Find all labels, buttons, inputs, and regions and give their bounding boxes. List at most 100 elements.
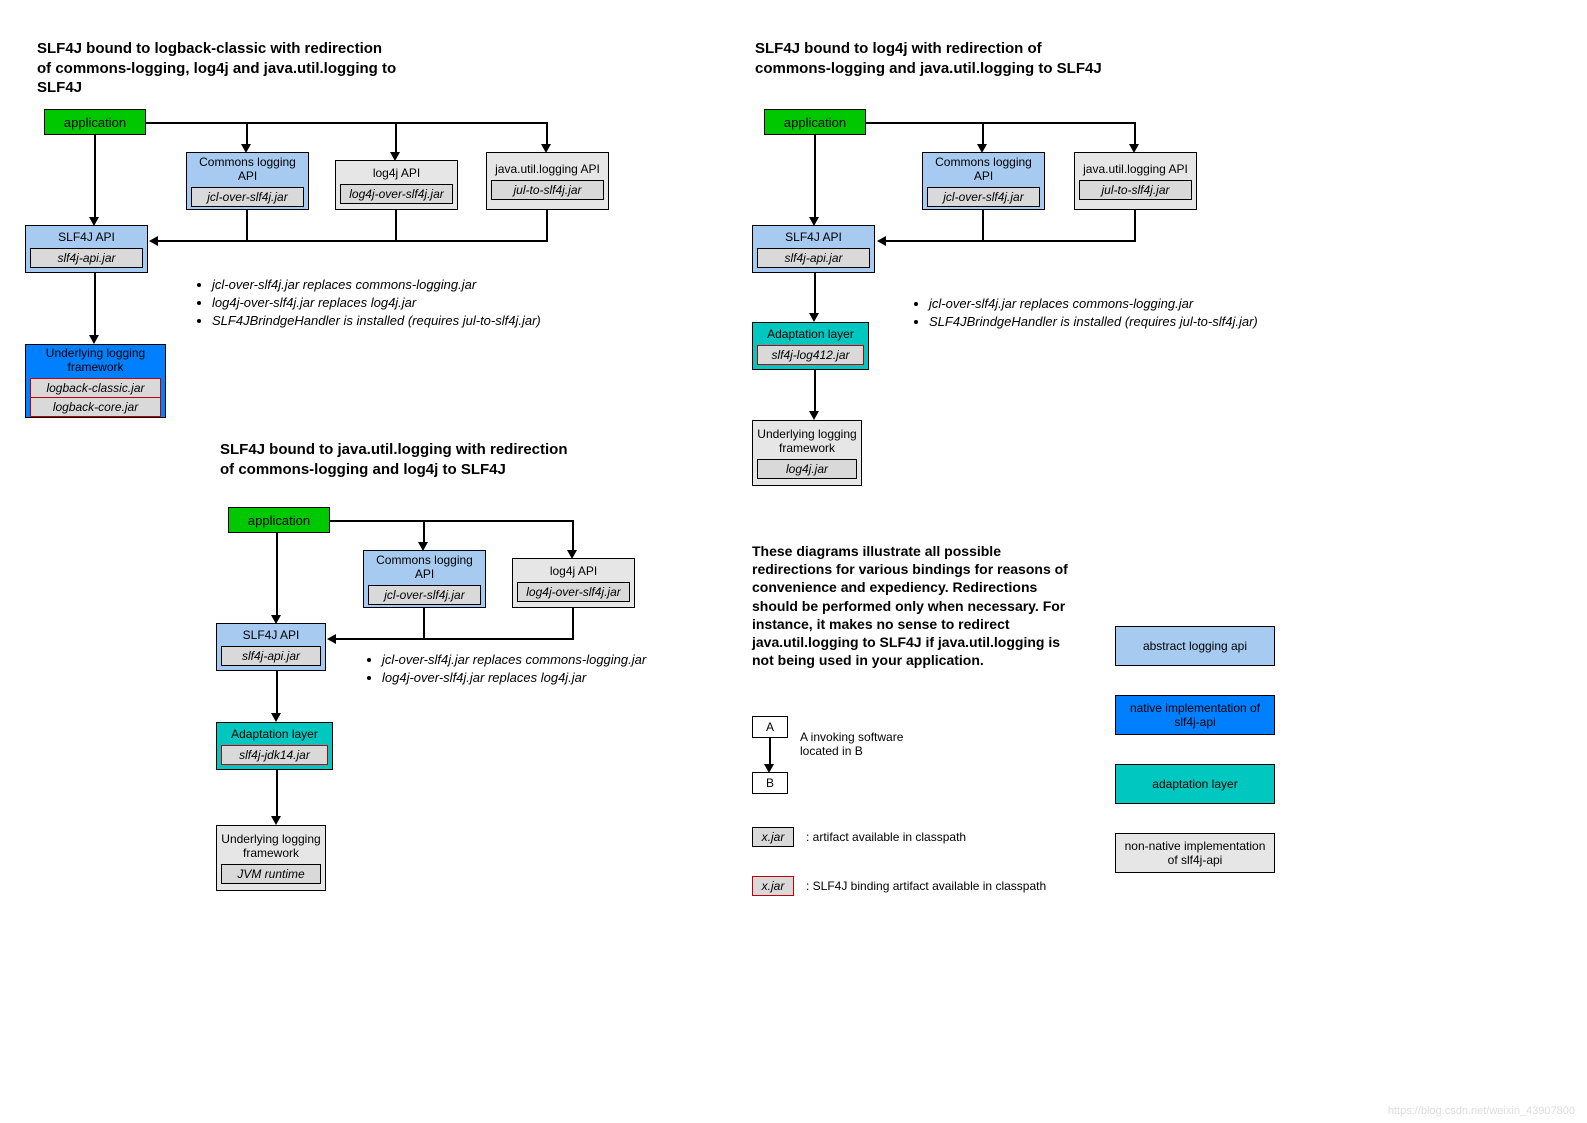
arrow [395,122,397,152]
arrow [546,122,548,144]
d1-jul-api: java.util.logging API jul-to-slf4j.jar [486,152,609,210]
d2-notes: jcl-over-slf4j.jar replaces commons-logg… [366,651,646,687]
d3-notes: jcl-over-slf4j.jar replaces commons-logg… [913,295,1258,331]
note-item: SLF4JBrindgeHandler is installed (requir… [929,313,1258,331]
arrow-head [809,411,819,420]
d2-underlying-framework: Underlying logging framework JVM runtime [216,825,326,891]
arrow [814,273,816,313]
note-item: jcl-over-slf4j.jar replaces commons-logg… [382,651,646,669]
arrow [146,122,546,124]
summary-text: These diagrams illustrate all possible r… [752,542,1082,669]
d2-title: SLF4J bound to java.util.logging with re… [220,440,580,479]
watermark: https://blog.csdn.net/weixin_43907800 [1388,1105,1575,1117]
legend-nonnative-impl: non-native implementation of slf4j-api [1115,833,1275,873]
arrow-head [764,764,774,773]
d1-log4j-api: log4j API log4j-over-slf4j.jar [335,160,458,210]
box-label: log4j API [546,560,601,582]
jar-label: jul-to-slf4j.jar [491,180,604,200]
d2-adaptation-layer: Adaptation layer slf4j-jdk14.jar [216,722,333,770]
jar-label: slf4j-api.jar [30,248,143,268]
arrow-head [89,335,99,344]
arrow [814,370,816,411]
arrow [572,520,574,550]
legend-xjar-red-text: : SLF4J binding artifact available in cl… [806,879,1046,893]
jar-label: logback-classic.jar [30,378,161,397]
jar-label: JVM runtime [221,864,321,884]
arrow [423,520,425,542]
arrow [330,520,573,522]
legend-adaptation-layer: adaptation layer [1115,764,1275,804]
arrow-head [541,144,551,153]
arrow [886,240,1136,242]
arrow-head [390,152,400,161]
arrow [158,240,548,242]
arrow-head [877,236,886,246]
arrow [94,135,96,217]
arrow [572,608,574,638]
arrow-head [809,313,819,322]
legend-xjar-text: : artifact available in classpath [806,830,966,844]
arrow [982,122,984,144]
d1-notes: jcl-over-slf4j.jar replaces commons-logg… [196,276,541,331]
jar-label: log4j.jar [757,459,857,479]
legend-xjar: x.jar [752,827,794,847]
jar-label: jcl-over-slf4j.jar [927,187,1040,207]
box-label: SLF4J API [781,226,846,248]
jar-label: log4j-over-slf4j.jar [517,582,630,602]
d1-commons-api: Commons logging API jcl-over-slf4j.jar [186,152,309,210]
d1-slf4j-api: SLF4J API slf4j-api.jar [25,225,148,273]
box-label: Adaptation layer [227,723,322,745]
d2-log4j-api: log4j API log4j-over-slf4j.jar [512,558,635,608]
jar-label: jcl-over-slf4j.jar [191,187,304,207]
arrow [276,533,278,615]
jar-label: slf4j-api.jar [221,646,321,666]
jar-label: slf4j-jdk14.jar [221,745,328,765]
jar-label: slf4j-api.jar [757,248,870,268]
jar-label: logback-core.jar [30,397,161,417]
arrow [336,638,574,640]
arrow-head [327,634,336,644]
d3-commons-api: Commons logging API jcl-over-slf4j.jar [922,152,1045,210]
d2-commons-api: Commons logging API jcl-over-slf4j.jar [363,550,486,608]
jar-label: jcl-over-slf4j.jar [368,585,481,605]
legend-abstract-api: abstract logging api [1115,626,1275,666]
box-label: application [248,513,310,528]
d1-application: application [44,109,146,135]
box-label: java.util.logging API [491,158,604,180]
d3-jul-api: java.util.logging API jul-to-slf4j.jar [1074,152,1197,210]
note-item: SLF4JBrindgeHandler is installed (requir… [212,312,541,330]
d1-underlying-framework: Underlying logging framework logback-cla… [25,344,166,418]
arrow-head [149,236,158,246]
arrow-head [809,217,819,226]
arrow [1134,210,1136,240]
d2-application: application [228,507,330,533]
box-label: java.util.logging API [1079,158,1192,180]
legend-ab-text: A invoking software located in B [800,730,940,758]
d3-adaptation-layer: Adaptation layer slf4j-log412.jar [752,322,869,370]
arrow-head [271,615,281,624]
box-label: application [784,115,846,130]
arrow-head [89,217,99,226]
box-label: Adaptation layer [763,323,858,345]
arrow-head [271,713,281,722]
arrow [1134,122,1136,144]
arrow [246,122,248,144]
d3-title: SLF4J bound to log4j with redirection of… [755,39,1115,78]
d3-underlying-framework: Underlying logging framework log4j.jar [752,420,862,486]
arrow [982,210,984,240]
arrow [276,770,278,816]
box-label: Commons logging API [364,549,485,585]
jar-label: slf4j-log412.jar [757,345,864,365]
arrow-head [241,144,251,153]
note-item: jcl-over-slf4j.jar replaces commons-logg… [212,276,541,294]
arrow-head [1129,144,1139,153]
arrow [866,122,1134,124]
box-label: Commons logging API [923,151,1044,187]
arrow [276,671,278,713]
legend-a: A [752,716,788,738]
d1-title: SLF4J bound to logback-classic with redi… [37,39,397,98]
arrow [769,738,771,764]
arrow [395,210,397,240]
arrow-head [977,144,987,153]
note-item: log4j-over-slf4j.jar replaces log4j.jar [382,669,646,687]
